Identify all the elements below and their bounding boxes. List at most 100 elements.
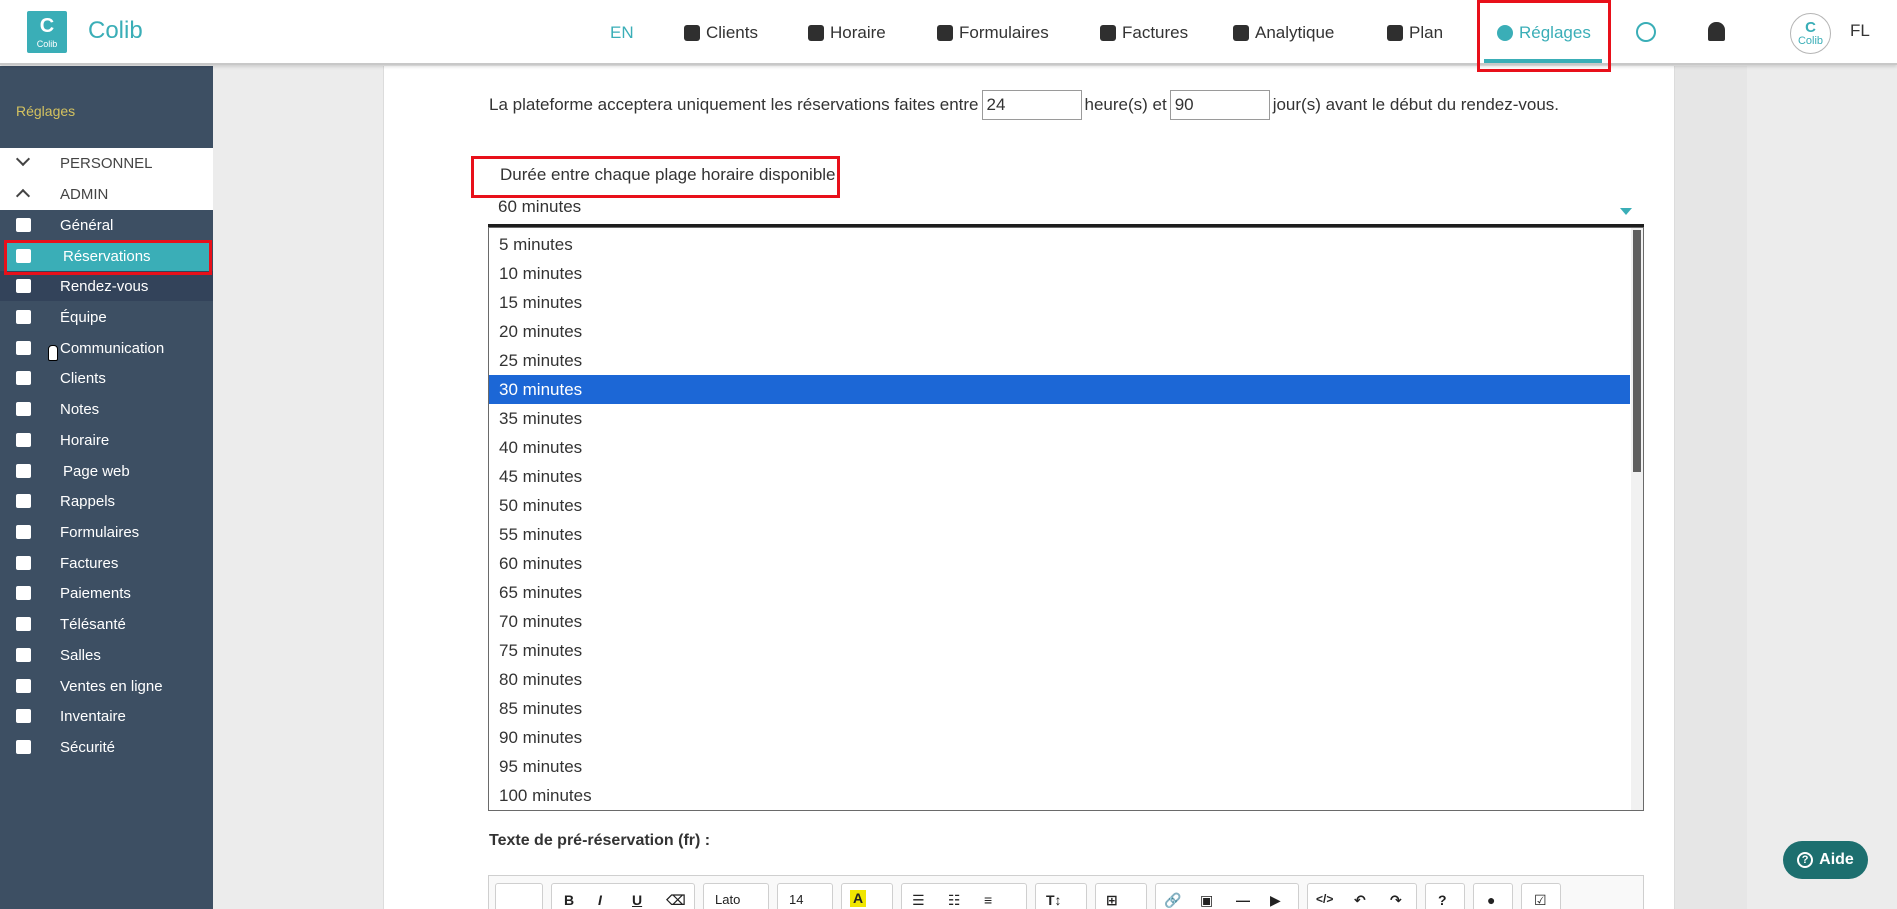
booking-window-sentence: La plateforme acceptera uniquement les r… [489,90,1559,120]
mouse-cursor-icon [48,345,58,361]
hours-input[interactable] [981,90,1082,120]
nav-plan[interactable]: Plan [1387,20,1443,46]
option-15-minutes[interactable]: 15 minutes [489,288,1630,317]
nav-analytique[interactable]: Analytique [1233,20,1334,46]
microphone-icon[interactable]: ● [1473,883,1513,909]
option-10-minutes[interactable]: 10 minutes [489,259,1630,288]
underline-icon[interactable]: U [632,892,642,908]
option-50-minutes[interactable]: 50 minutes [489,491,1630,520]
sidebar-item-equipe[interactable]: Équipe [0,302,213,332]
option-25-minutes[interactable]: 25 minutes [489,346,1630,375]
option-80-minutes[interactable]: 80 minutes [489,665,1630,694]
chart-icon [1233,25,1249,41]
undo-icon[interactable]: ↶ [1354,892,1366,909]
help-button[interactable]: ? Aide [1783,841,1868,879]
duration-options-list[interactable]: 5 minutes 10 minutes 15 minutes 20 minut… [488,227,1644,811]
invoice-icon [1100,25,1116,41]
horizontal-rule-icon[interactable]: — [1236,892,1250,908]
sidebar-item-reservations[interactable]: Réservations [6,241,209,271]
sidebar-item-rappels[interactable]: Rappels [0,486,213,516]
link-icon[interactable]: 🔗 [1164,892,1181,909]
video-icon[interactable]: ▶ [1270,892,1281,909]
form-edit-icon [937,25,953,41]
nav-horaire[interactable]: Horaire [808,20,886,46]
sidebar-item-salles[interactable]: Salles [0,640,213,670]
option-55-minutes[interactable]: 55 minutes [489,520,1630,549]
sidebar-item-communication[interactable]: Communication [0,333,213,363]
rich-text-toolbar: B I U ⌫ Lato 14 A ☰ ☷ ≡ T↕ ⊞ 🔗 ▣ — ▶ </>… [488,875,1644,909]
sidebar-item-factures[interactable]: Factures [0,548,213,578]
image-icon[interactable]: ▣ [1200,892,1213,909]
option-75-minutes[interactable]: 75 minutes [489,636,1630,665]
sidebar-item-telesante[interactable]: Télésanté [0,609,213,639]
option-30-minutes[interactable]: 30 minutes [489,375,1630,404]
nav-clients[interactable]: Clients [684,20,758,46]
option-60-minutes[interactable]: 60 minutes [489,549,1630,578]
code-icon[interactable]: </> [1316,892,1333,906]
option-35-minutes[interactable]: 35 minutes [489,404,1630,433]
option-70-minutes[interactable]: 70 minutes [489,607,1630,636]
bullet-list-icon[interactable]: ☰ [912,892,925,909]
format-button-group: B I U ⌫ [551,883,695,909]
magic-icon[interactable] [495,883,543,909]
sidebar-item-general[interactable]: Général [0,210,213,240]
highlight-icon[interactable]: A [841,883,893,909]
option-100-minutes[interactable]: 100 minutes [489,781,1630,810]
align-icon[interactable]: ≡ [984,892,992,908]
note-icon [16,402,31,416]
dropdown-scrollbar[interactable] [1631,228,1643,810]
nav-factures[interactable]: Factures [1100,20,1188,46]
italic-icon[interactable]: I [598,892,602,908]
sidebar-item-inventaire[interactable]: Inventaire [0,701,213,731]
nav-formulaires[interactable]: Formulaires [937,20,1049,46]
avatar[interactable]: C Colib [1790,13,1831,54]
brand-name[interactable]: Colib [88,17,143,45]
caret-down-icon[interactable] [1620,208,1632,215]
option-5-minutes[interactable]: 5 minutes [489,230,1630,259]
sidebar-item-page-web[interactable]: Page web [0,456,213,486]
sidebar-item-clients[interactable]: Clients [0,363,213,393]
video-icon [16,617,31,631]
table-icon[interactable]: ⊞ [1095,883,1147,909]
option-65-minutes[interactable]: 65 minutes [489,578,1630,607]
eraser-icon[interactable]: ⌫ [666,892,686,909]
redo-icon[interactable]: ↷ [1390,892,1402,909]
language-switch[interactable]: EN [610,20,634,46]
check-icon[interactable]: ☑ [1521,883,1561,909]
text-height-icon[interactable]: T↕ [1035,883,1087,909]
option-45-minutes[interactable]: 45 minutes [489,462,1630,491]
sidebar-item-notes[interactable]: Notes [0,394,213,424]
list-icon [16,709,31,723]
globe-icon[interactable] [1636,22,1656,42]
font-name-select[interactable]: Lato [703,883,769,909]
sidebar-heading: Réglages [16,103,76,119]
sidebar-category-admin[interactable]: ADMIN [0,179,213,210]
bell-icon[interactable] [1708,22,1725,41]
font-size-select[interactable]: 14 [777,883,833,909]
option-90-minutes[interactable]: 90 minutes [489,723,1630,752]
bold-icon[interactable]: B [564,892,574,908]
cart-icon [16,679,31,693]
chevron-down-icon [15,151,31,167]
user-initials[interactable]: FL [1850,21,1870,41]
duration-select[interactable]: 60 minutes [498,197,581,217]
door-icon [16,648,31,662]
nav-reglages[interactable]: Réglages [1497,20,1591,46]
sidebar-item-rendez-vous[interactable]: Rendez-vous [0,271,213,301]
sidebar-item-securite[interactable]: Sécurité [0,732,213,762]
option-85-minutes[interactable]: 85 minutes [489,694,1630,723]
sidebar-item-paiements[interactable]: Paiements [0,578,213,608]
help-icon[interactable]: ? [1425,883,1465,909]
sidebar-category-personnel[interactable]: PERSONNEL [0,148,213,179]
numbered-list-icon[interactable]: ☷ [948,892,961,909]
sidebar-item-ventes-en-ligne[interactable]: Ventes en ligne [0,671,213,701]
option-20-minutes[interactable]: 20 minutes [489,317,1630,346]
option-40-minutes[interactable]: 40 minutes [489,433,1630,462]
days-input[interactable] [1169,90,1270,120]
option-95-minutes[interactable]: 95 minutes [489,752,1630,781]
colib-logo[interactable]: C Colib [27,11,67,53]
chevron-up-icon [15,188,31,204]
sidebar-item-formulaires[interactable]: Formulaires [0,517,213,547]
sidebar-item-horaire[interactable]: Horaire [0,425,213,455]
scrollbar-thumb[interactable] [1633,230,1641,472]
